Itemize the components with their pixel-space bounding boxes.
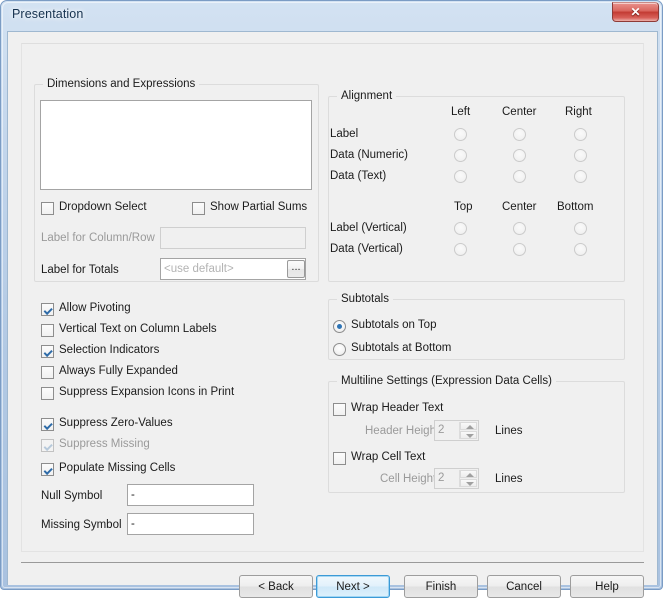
null-symbol-input[interactable]	[127, 484, 254, 506]
alignment-row-label-vertical-label: Label (Vertical)	[330, 222, 407, 234]
label-for-totals-label: Label for Totals	[41, 264, 119, 276]
wrap-header-text-label: Wrap Header Text	[351, 402, 444, 414]
suppress-expansion-icons-in-print-checkbox[interactable]	[41, 387, 54, 400]
vertical-text-on-column-labels-checkbox[interactable]	[41, 324, 54, 337]
always-fully-expanded-label: Always Fully Expanded	[59, 365, 178, 377]
alignment-row-data-numeric-label: Data (Numeric)	[330, 149, 408, 161]
footer-separator	[21, 562, 644, 563]
alignment-data-vertical-bottom-radio[interactable]	[574, 243, 587, 256]
selection-indicators-checkbox[interactable]	[41, 345, 54, 358]
dropdown-select-label: Dropdown Select	[59, 201, 147, 213]
alignment-data-vertical-center-radio[interactable]	[513, 243, 526, 256]
dimensions-group-title: Dimensions and Expressions	[43, 78, 200, 90]
populate-missing-cells-label: Populate Missing Cells	[59, 462, 176, 474]
alignment-header-bottom: Bottom	[557, 201, 594, 213]
back-button[interactable]: < Back	[239, 575, 313, 598]
wrap-header-text-checkbox[interactable]	[333, 403, 346, 416]
alignment-header-right: Right	[565, 106, 592, 118]
presentation-dialog-window: Presentation ✕ Dimensions and Expression…	[0, 0, 663, 598]
alignment-data-text-center-radio[interactable]	[513, 170, 526, 183]
subtotals-on-top-label: Subtotals on Top	[351, 319, 437, 331]
suppress-zero-values-checkbox[interactable]	[41, 418, 54, 431]
alignment-label-vertical-center-radio[interactable]	[513, 222, 526, 235]
header-height-units-label: Lines	[495, 425, 523, 437]
alignment-row-data-vertical-label: Data (Vertical)	[330, 243, 403, 255]
missing-symbol-label: Missing Symbol	[41, 519, 122, 531]
alignment-group-title: Alignment	[337, 90, 397, 102]
finish-button[interactable]: Finish	[404, 575, 478, 598]
alignment-label-vertical-bottom-radio[interactable]	[574, 222, 587, 235]
alignment-label-left-radio[interactable]	[454, 128, 467, 141]
subtotals-at-bottom-label: Subtotals at Bottom	[351, 342, 452, 354]
close-button[interactable]: ✕	[612, 2, 659, 22]
wrap-cell-text-label: Wrap Cell Text	[351, 451, 426, 463]
vertical-text-on-column-labels-label: Vertical Text on Column Labels	[59, 323, 217, 335]
multiline-group-title: Multiline Settings (Expression Data Cell…	[337, 375, 556, 387]
dimensions-expressions-listbox[interactable]	[40, 100, 312, 190]
alignment-data-text-right-radio[interactable]	[574, 170, 587, 183]
window-title: Presentation	[12, 7, 84, 21]
cell-height-units-label: Lines	[495, 473, 523, 485]
header-height-increment-icon[interactable]	[460, 422, 477, 430]
show-partial-sums-checkbox[interactable]	[192, 202, 205, 215]
alignment-data-vertical-top-radio[interactable]	[454, 243, 467, 256]
always-fully-expanded-checkbox[interactable]	[41, 366, 54, 379]
header-height-label: Header Height	[365, 425, 440, 437]
suppress-zero-values-label: Suppress Zero-Values	[59, 417, 173, 429]
show-partial-sums-label: Show Partial Sums	[210, 201, 308, 213]
cell-height-label: Cell Height	[380, 473, 437, 485]
null-symbol-label: Null Symbol	[41, 490, 103, 502]
label-for-column-row-input[interactable]	[160, 227, 306, 249]
alignment-header-top: Top	[454, 201, 473, 213]
suppress-missing-checkbox[interactable]	[41, 439, 54, 452]
subtotals-group-title: Subtotals	[337, 293, 393, 305]
alignment-header-center: Center	[502, 106, 537, 118]
header-height-value: 2	[438, 424, 445, 436]
alignment-data-numeric-left-radio[interactable]	[454, 149, 467, 162]
cell-height-value: 2	[438, 472, 445, 484]
help-button[interactable]: Help	[570, 575, 644, 598]
label-for-column-row-label: Label for Column/Row	[41, 232, 155, 244]
wrap-cell-text-checkbox[interactable]	[333, 452, 346, 465]
cell-height-stepper[interactable]: 2	[434, 468, 479, 489]
missing-symbol-input[interactable]	[127, 513, 254, 535]
cell-height-decrement-icon[interactable]	[460, 479, 477, 487]
dropdown-select-checkbox[interactable]	[41, 202, 54, 215]
alignment-data-numeric-center-radio[interactable]	[513, 149, 526, 162]
alignment-label-center-radio[interactable]	[513, 128, 526, 141]
subtotals-on-top-radio[interactable]	[333, 320, 346, 333]
alignment-row-label-label: Label	[330, 128, 359, 140]
close-icon: ✕	[630, 5, 641, 19]
alignment-label-vertical-top-radio[interactable]	[454, 222, 467, 235]
next-button[interactable]: Next >	[316, 575, 390, 598]
allow-pivoting-label: Allow Pivoting	[59, 302, 131, 314]
alignment-data-numeric-right-radio[interactable]	[574, 149, 587, 162]
alignment-row-data-text-label: Data (Text)	[330, 170, 387, 182]
populate-missing-cells-checkbox[interactable]	[41, 463, 54, 476]
header-height-stepper[interactable]: 2	[434, 420, 479, 441]
alignment-header-vcenter: Center	[502, 201, 537, 213]
cell-height-increment-icon[interactable]	[460, 470, 477, 478]
alignment-data-text-left-radio[interactable]	[454, 170, 467, 183]
label-for-totals-browse-button[interactable]: ...	[287, 260, 305, 278]
subtotals-at-bottom-radio[interactable]	[333, 343, 346, 356]
suppress-missing-label: Suppress Missing	[59, 438, 150, 450]
suppress-expansion-icons-in-print-label: Suppress Expansion Icons in Print	[59, 386, 235, 398]
label-for-totals-input[interactable]	[160, 258, 306, 280]
alignment-header-left: Left	[451, 106, 471, 118]
allow-pivoting-checkbox[interactable]	[41, 303, 54, 316]
selection-indicators-label: Selection Indicators	[59, 344, 160, 356]
header-height-decrement-icon[interactable]	[460, 431, 477, 439]
header-height-stepper-buttons	[459, 422, 477, 439]
alignment-label-right-radio[interactable]	[574, 128, 587, 141]
cancel-button[interactable]: Cancel	[487, 575, 561, 598]
dialog-client-area: Dimensions and Expressions Dropdown Sele…	[7, 31, 658, 598]
cell-height-stepper-buttons	[459, 470, 477, 487]
title-bar: Presentation ✕	[1, 1, 663, 31]
